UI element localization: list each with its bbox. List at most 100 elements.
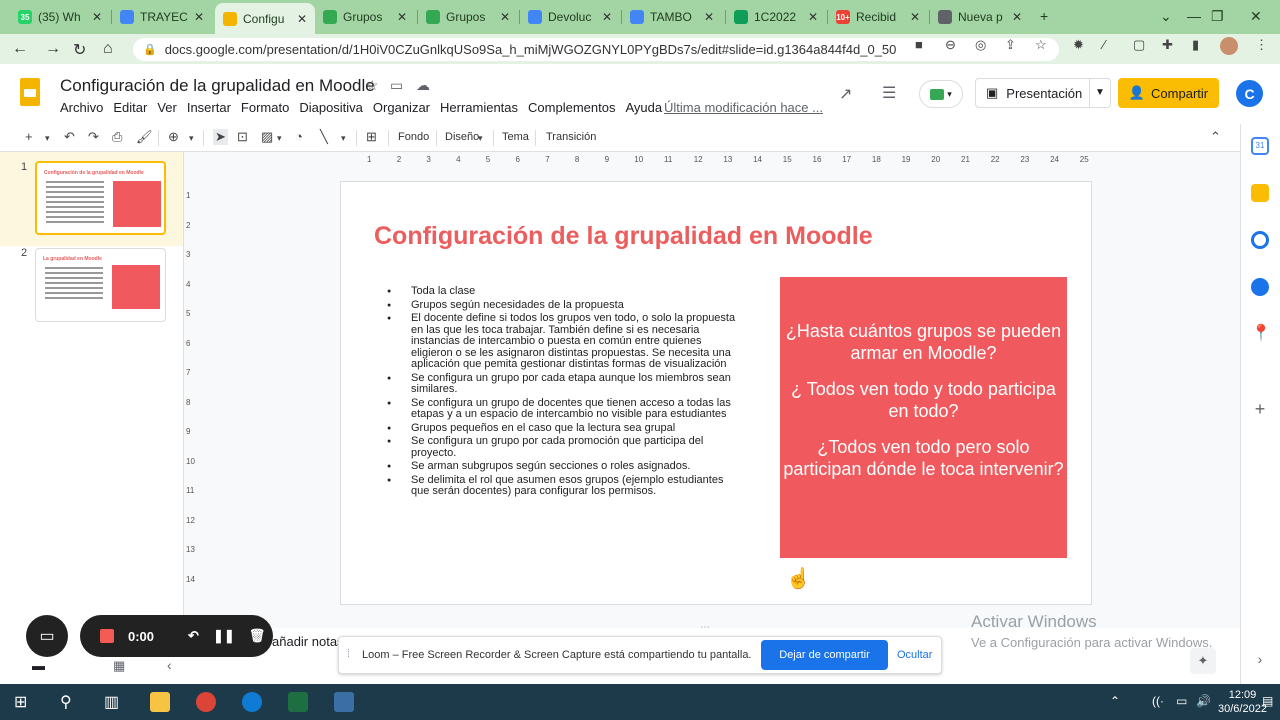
collapse-toolbar-icon[interactable]: ⌃ xyxy=(1210,129,1221,145)
line-icon[interactable]: ╲ xyxy=(320,129,328,145)
last-modified-link[interactable]: Última modificación hace ... xyxy=(664,100,823,115)
notes-resize-handle[interactable]: ⋯ xyxy=(700,622,710,633)
photos-icon[interactable] xyxy=(334,692,354,712)
collapse-filmstrip-icon[interactable]: ‹ xyxy=(167,657,172,673)
extension-box-icon[interactable]: ▢ xyxy=(1133,37,1145,53)
menu-item[interactable]: Complementos xyxy=(528,100,615,115)
loom-camera-button[interactable]: ▭ xyxy=(26,615,68,657)
calendar-icon[interactable]: 31 xyxy=(1251,137,1269,155)
move-folder-icon[interactable]: ▭ xyxy=(390,77,403,94)
restore-icon[interactable]: ❐ xyxy=(1211,8,1224,25)
bookmark-star-icon[interactable]: ☆ xyxy=(1035,37,1047,53)
slide-title[interactable]: Configuración de la grupalidad en Moodle xyxy=(374,222,873,251)
shape-icon[interactable]: ◔ xyxy=(295,129,303,144)
browser-tab[interactable]: Devoluc ✕ xyxy=(520,4,620,30)
stop-recording-button[interactable] xyxy=(100,629,114,643)
browser-tab[interactable]: 10+ Recibid ✕ xyxy=(828,4,928,30)
menu-item[interactable]: Ayuda xyxy=(625,100,662,115)
slide-canvas[interactable]: Configuración de la grupalidad en Moodle… xyxy=(340,181,1092,605)
minimize-icon[interactable]: — xyxy=(1187,8,1201,24)
zoom-icon[interactable]: ⊖ xyxy=(945,37,956,53)
tab-close-icon[interactable]: ✕ xyxy=(500,10,510,24)
slides-logo-icon[interactable] xyxy=(20,78,40,106)
reload-icon[interactable]: ↻ xyxy=(73,40,86,60)
browser-tab[interactable]: Grupos ✕ xyxy=(418,4,518,30)
kebab-menu-icon[interactable]: ⋮ xyxy=(1255,37,1268,53)
notifications-icon[interactable]: ▤ xyxy=(1262,694,1273,708)
background-button[interactable]: Fondo xyxy=(398,131,429,143)
windows-start-icon[interactable]: ⊞ xyxy=(14,692,27,712)
grid-view-icon[interactable]: ▦ xyxy=(113,658,125,674)
theme-button[interactable]: Tema xyxy=(502,131,529,143)
system-clock[interactable]: 12:09 30/6/2022 xyxy=(1218,688,1267,716)
new-slide-dropdown-icon[interactable]: ▾ xyxy=(45,133,50,144)
camera-icon[interactable]: ■ xyxy=(915,37,923,52)
menu-item[interactable]: Formato xyxy=(241,100,289,115)
select-cursor-icon[interactable]: ➤ xyxy=(213,129,228,145)
layout-button[interactable]: Diseño xyxy=(445,131,479,143)
star-icon[interactable]: ☆ xyxy=(366,77,379,94)
textbox-icon[interactable]: ⊡ xyxy=(237,129,248,145)
slide-thumbnail-2[interactable]: La grupalidad en Moodle xyxy=(35,248,166,322)
sidepanel-icon[interactable]: ▮ xyxy=(1192,37,1199,53)
restart-icon[interactable]: ↶ xyxy=(188,628,199,644)
meet-button[interactable]: ▾ xyxy=(919,80,963,108)
account-avatar[interactable]: C xyxy=(1236,80,1263,107)
pause-icon[interactable]: ❚❚ xyxy=(213,628,235,644)
image-dropdown-icon[interactable]: ▾ xyxy=(277,133,282,144)
share-page-icon[interactable]: ⇪ xyxy=(1005,37,1016,53)
browser-tab[interactable]: 35 (35) Wh ✕ xyxy=(10,4,110,30)
print-icon[interactable]: ⎙ xyxy=(112,129,122,145)
tab-close-icon[interactable]: ✕ xyxy=(92,10,102,24)
eye-off-icon[interactable]: ◎ xyxy=(975,37,986,53)
new-slide-plus-icon[interactable]: + xyxy=(25,129,33,144)
hide-notice-button[interactable]: Ocultar xyxy=(897,649,932,661)
redo-icon[interactable]: ↷ xyxy=(88,129,99,145)
profile-avatar[interactable] xyxy=(1220,37,1238,55)
add-addon-icon[interactable]: + xyxy=(1251,400,1269,418)
browser-tab[interactable]: Grupos ✕ xyxy=(315,4,415,30)
comment-add-icon[interactable]: ⊞ xyxy=(366,129,377,145)
search-icon[interactable]: ⚲ xyxy=(60,692,72,712)
excel-icon[interactable] xyxy=(288,692,308,712)
tab-close-icon[interactable]: ✕ xyxy=(704,10,714,24)
task-view-icon[interactable]: ▥ xyxy=(104,692,119,712)
contacts-icon[interactable] xyxy=(1251,278,1269,296)
tab-close-icon[interactable]: ✕ xyxy=(808,10,818,24)
close-window-icon[interactable]: ✕ xyxy=(1250,8,1262,25)
browser-tab[interactable]: 1C2022 ✕ xyxy=(726,4,826,30)
volume-icon[interactable]: 🔊 xyxy=(1196,694,1211,708)
slide-thumbnail-1[interactable]: Configuración de la grupalidad en Moodle xyxy=(35,161,166,235)
drag-handle-icon[interactable]: ⁞ xyxy=(347,648,350,660)
line-dropdown-icon[interactable]: ▾ xyxy=(341,133,346,144)
layout-dropdown-icon[interactable]: ▾ xyxy=(478,133,483,144)
bullet-list[interactable]: Toda la claseGrupos según necesidades de… xyxy=(387,285,741,500)
zoom-dropdown-icon[interactable]: ▾ xyxy=(189,133,194,144)
tray-expand-icon[interactable]: ⌃ xyxy=(1110,694,1120,708)
present-button[interactable]: ▣ Presentación ▼ xyxy=(975,78,1111,108)
home-icon[interactable]: ⌂ xyxy=(103,40,113,58)
back-arrow-icon[interactable]: ← xyxy=(12,40,28,58)
question-box[interactable]: ¿Hasta cuántos grupos se pueden armar en… xyxy=(780,277,1067,558)
forward-arrow-icon[interactable]: → xyxy=(45,40,61,58)
cloud-status-icon[interactable]: ☁ xyxy=(416,77,430,94)
chevron-down-icon[interactable]: ⌄ xyxy=(1160,8,1172,25)
tab-close-icon[interactable]: ✕ xyxy=(602,10,612,24)
extension-gear-icon[interactable]: ✹ xyxy=(1073,37,1084,53)
present-dropdown-icon[interactable]: ▼ xyxy=(1095,87,1105,98)
activity-trend-icon[interactable]: ↗ xyxy=(839,84,852,104)
delete-icon[interactable]: 🗑 xyxy=(249,628,266,644)
filmstrip-view-icon[interactable]: ▬ xyxy=(32,658,45,673)
share-button[interactable]: 👤 Compartir xyxy=(1118,78,1219,108)
keep-icon[interactable] xyxy=(1251,184,1269,202)
browser-tab[interactable]: TRAYEC ✕ xyxy=(112,4,212,30)
extension-pen-icon[interactable]: ⁄ xyxy=(1103,37,1105,52)
tab-close-icon[interactable]: ✕ xyxy=(297,12,307,26)
edge-icon[interactable] xyxy=(242,692,262,712)
tab-close-icon[interactable]: ✕ xyxy=(1012,10,1022,24)
comments-icon[interactable]: ☰ xyxy=(882,83,896,103)
menu-item[interactable]: Diapositiva xyxy=(299,100,363,115)
menu-item[interactable]: Insertar xyxy=(187,100,231,115)
transition-button[interactable]: Transición xyxy=(546,131,596,143)
zoom-icon[interactable]: ⊕ xyxy=(168,129,179,145)
